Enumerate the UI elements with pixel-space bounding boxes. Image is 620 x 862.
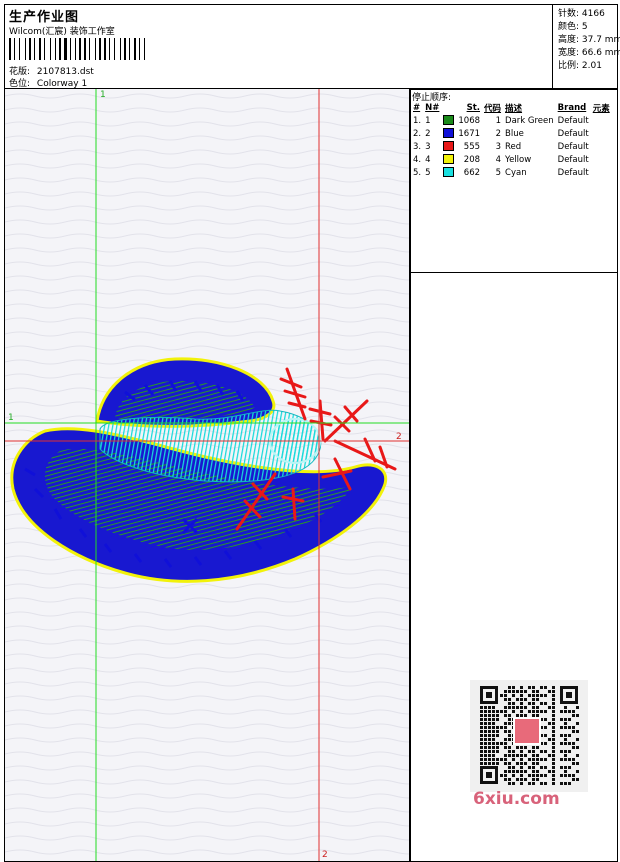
row-brand: Default: [557, 154, 589, 165]
row-description: Yellow: [505, 154, 532, 165]
barcode-icon: [9, 38, 145, 60]
page-title: 生产作业图: [9, 10, 80, 25]
color-count: 颜色: 5: [558, 22, 588, 32]
row-code: 3: [495, 141, 502, 152]
studio-name: Wilcom(汇宸) 装饰工作室: [9, 27, 115, 37]
row-element: [591, 140, 612, 153]
row-brand: Default: [557, 128, 589, 139]
color-swatch: [443, 141, 455, 152]
table-row[interactable]: 5. 5 662 5 Cyan Default: [411, 166, 612, 179]
row-description: Blue: [505, 128, 524, 139]
row-code: 5: [495, 167, 502, 178]
design-scale: 比例: 2.01: [558, 61, 602, 71]
col-element: 元素: [592, 103, 610, 114]
design-canvas[interactable]: 1 1 2 2: [4, 88, 411, 862]
row-index: 1.: [413, 115, 422, 126]
row-brand: Default: [557, 167, 589, 178]
header-panel: 生产作业图 Wilcom(汇宸) 装饰工作室 花版: 2107813.dst 色…: [4, 4, 620, 90]
col-swatch: [441, 101, 456, 114]
header-divider: [552, 5, 553, 89]
color-swatch: [443, 167, 455, 178]
row-element: [591, 127, 612, 140]
row-code: 4: [495, 154, 502, 165]
col-brand: Brand: [557, 102, 587, 113]
row-swatch: [441, 114, 456, 127]
row-index: 4.: [413, 154, 422, 165]
row-swatch: [441, 153, 456, 166]
row-swatch: [441, 127, 456, 140]
color-swatch: [443, 128, 455, 139]
row-brand: Default: [557, 141, 589, 152]
col-code: 代码: [484, 103, 502, 114]
thread-color-table: # N# St. 代码 描述 Brand 元素 1. 1 1068 1 Dark Gre…: [411, 101, 612, 179]
row-index: 5.: [413, 167, 422, 178]
col-index: #: [413, 102, 421, 113]
guide-green-h-label: 1: [8, 413, 14, 423]
col-description: 描述: [505, 103, 523, 114]
row-needle: 4: [425, 154, 431, 165]
row-code: 1: [495, 115, 502, 126]
table-row[interactable]: 4. 4 208 4 Yellow Default: [411, 153, 612, 166]
row-stitches: 208: [463, 154, 481, 165]
row-swatch: [441, 140, 456, 153]
table-header-row: # N# St. 代码 描述 Brand 元素: [411, 101, 612, 114]
row-stitches: 1068: [458, 115, 481, 126]
legend-divider: [410, 272, 617, 273]
design-width: 宽度: 66.6 mm: [558, 48, 620, 58]
row-description: Cyan: [505, 167, 527, 178]
color-swatch: [443, 154, 455, 165]
table-row[interactable]: 2. 2 1671 2 Blue Default: [411, 127, 612, 140]
row-description: Dark Green: [505, 115, 554, 126]
stitch-count: 针数: 4166: [558, 9, 605, 19]
row-swatch: [441, 166, 456, 179]
row-needle: 3: [425, 141, 431, 152]
row-needle: 1: [425, 115, 431, 126]
col-stitches: St.: [466, 102, 481, 113]
guide-green-v-label: 1: [100, 90, 106, 100]
row-code: 2: [495, 128, 502, 139]
row-index: 3.: [413, 141, 422, 152]
table-row[interactable]: 3. 3 555 3 Red Default: [411, 140, 612, 153]
col-needle: N#: [425, 102, 440, 113]
guide-red-v-label: 2: [322, 850, 328, 860]
row-element: [591, 153, 612, 166]
row-stitches: 1671: [458, 128, 481, 139]
seal-stamp-icon: [513, 717, 541, 745]
row-stitches: 662: [463, 167, 481, 178]
row-element: [591, 166, 612, 179]
row-needle: 2: [425, 128, 431, 139]
embroidery-design: 1 1 2 2: [5, 89, 410, 861]
row-needle: 5: [425, 167, 431, 178]
row-brand: Default: [557, 115, 589, 126]
row-element: [591, 114, 612, 127]
table-row[interactable]: 1. 1 1068 1 Dark Green Default: [411, 114, 612, 127]
color-swatch: [443, 115, 455, 126]
design-height: 高度: 37.7 mm: [558, 35, 620, 45]
row-stitches: 555: [463, 141, 481, 152]
row-description: Red: [505, 141, 522, 152]
row-index: 2.: [413, 128, 422, 139]
guide-red-h-label: 2: [396, 432, 402, 442]
watermark-text: 6xiu.com: [473, 789, 560, 809]
